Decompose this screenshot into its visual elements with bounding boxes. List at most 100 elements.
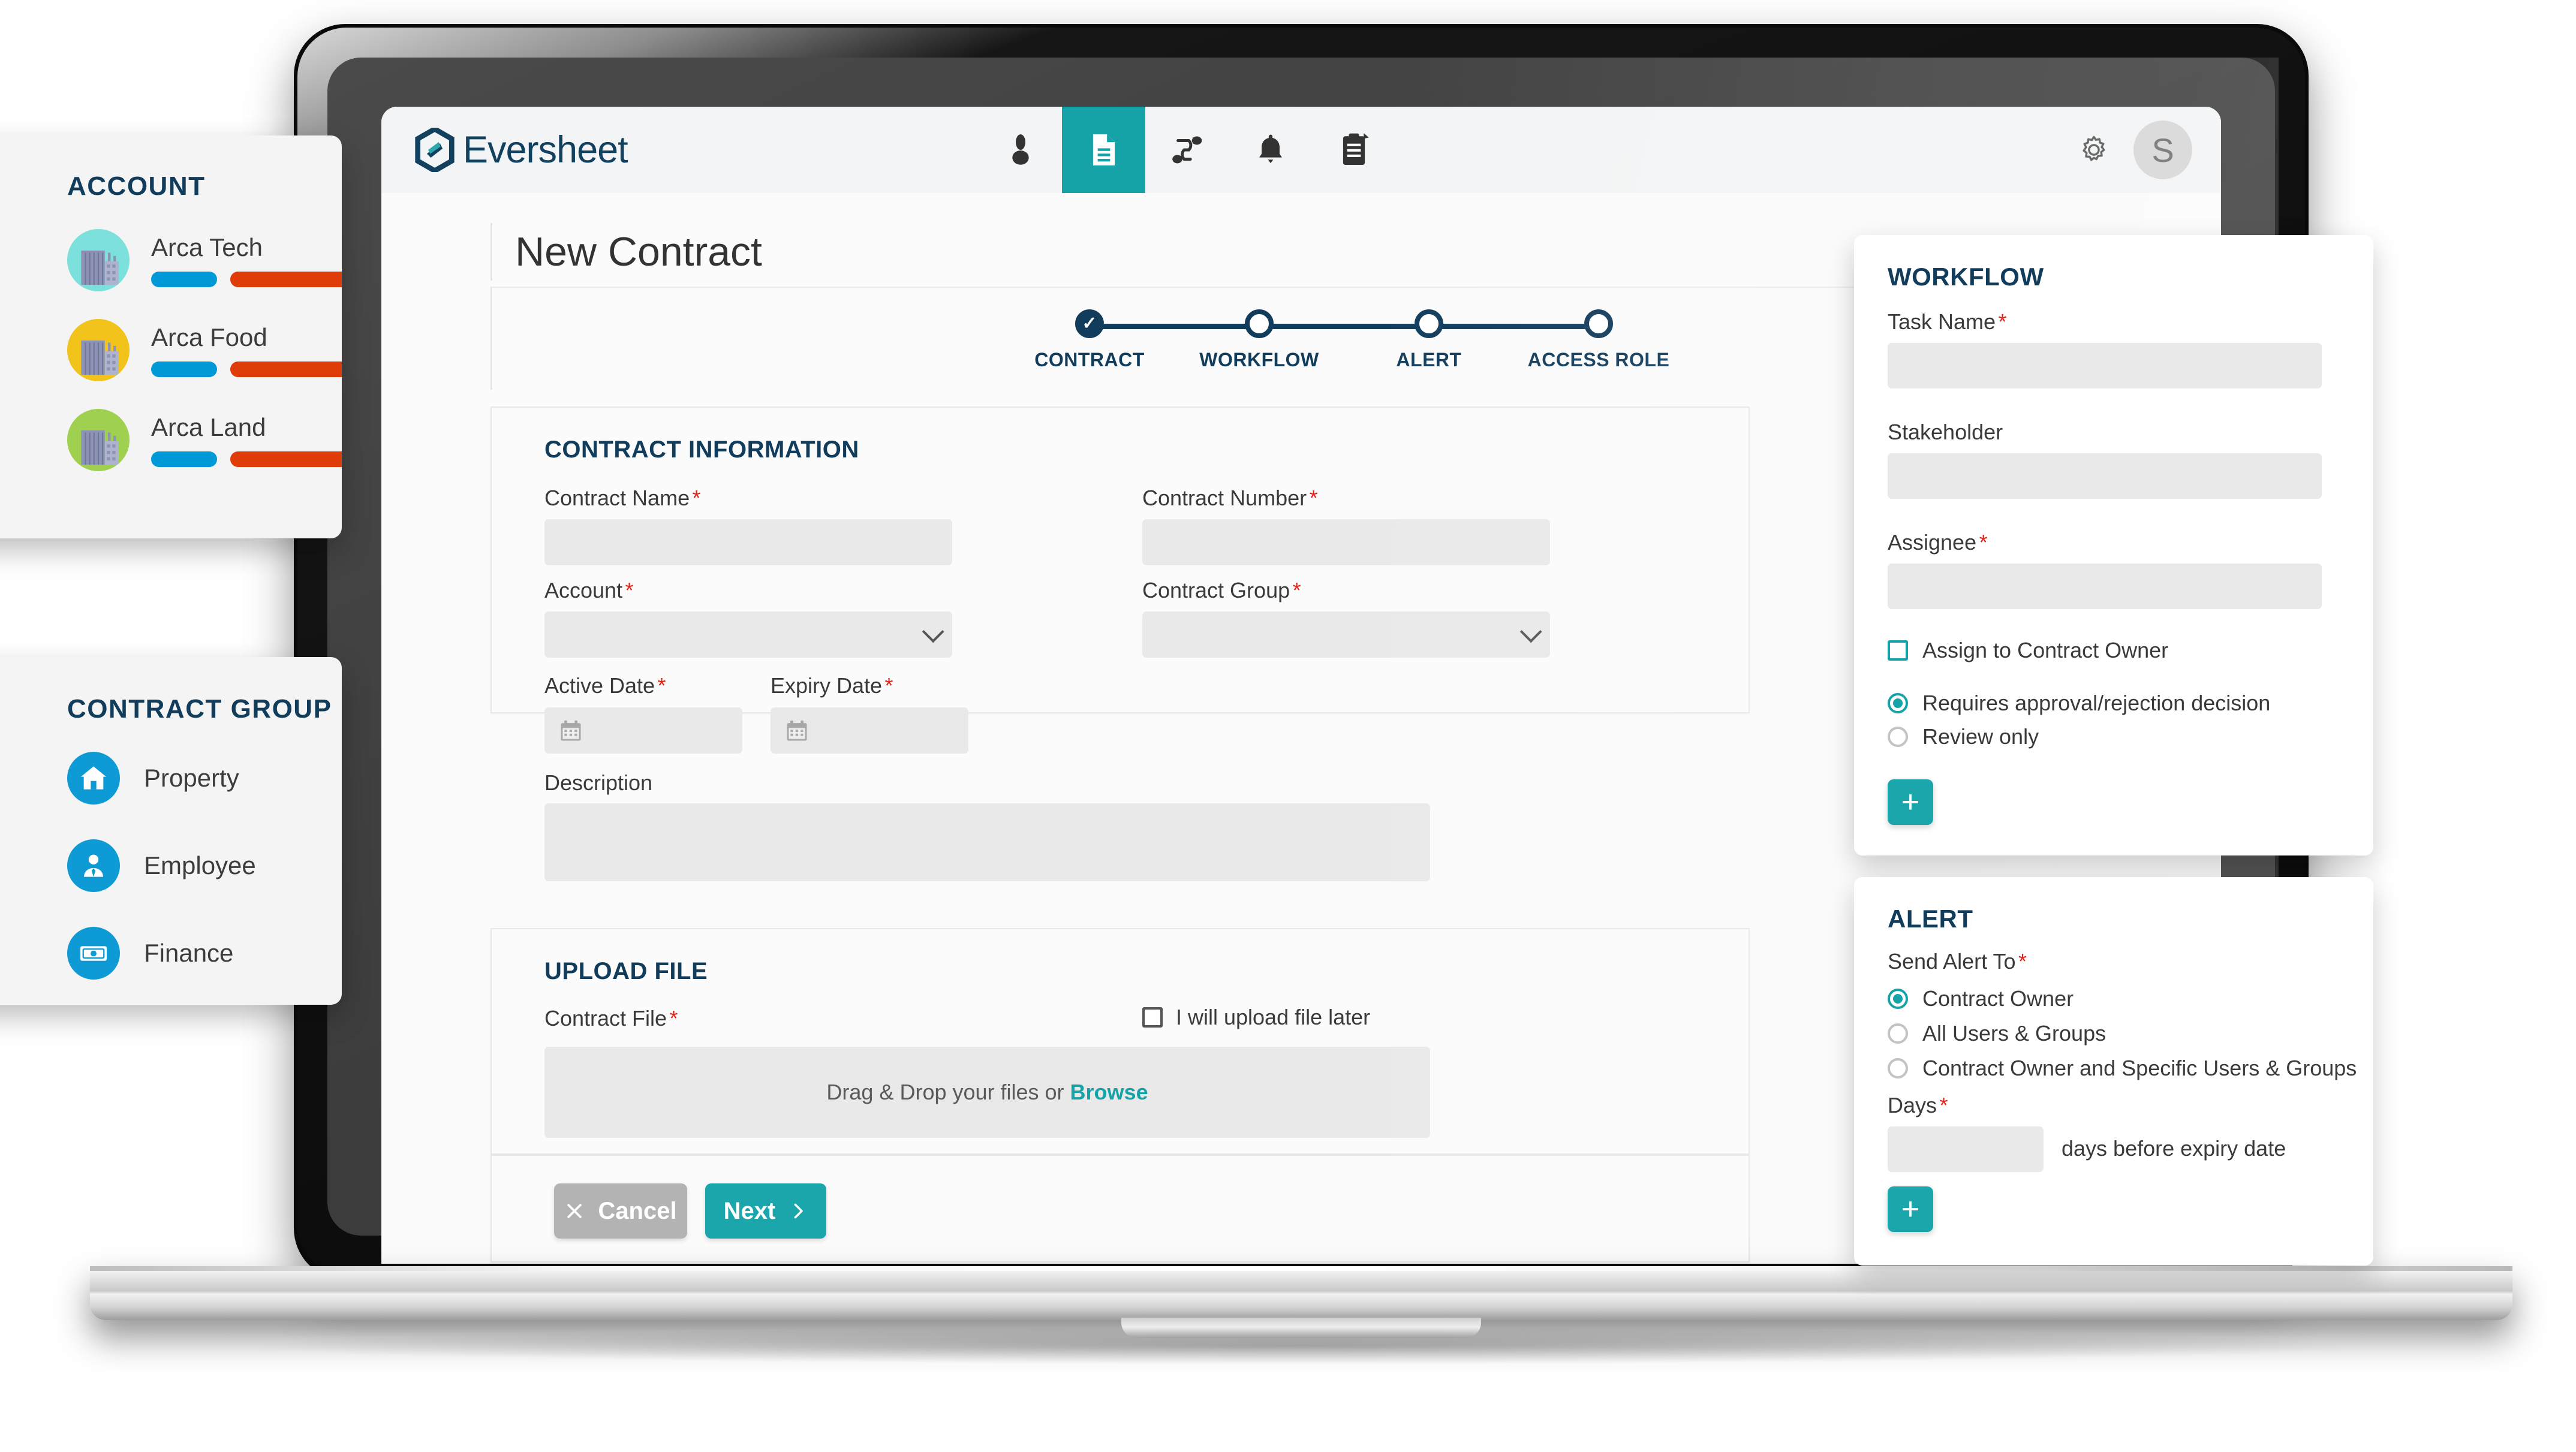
decision-review-label: Review only xyxy=(1922,724,2039,749)
building-icon xyxy=(81,340,119,375)
upload-later-row[interactable]: I will upload file later xyxy=(1142,1005,1370,1030)
step-contract[interactable]: ✓ CONTRACT xyxy=(1034,306,1144,370)
nav-item-workflow[interactable] xyxy=(1145,107,1229,193)
task-name-input[interactable] xyxy=(1888,343,2322,388)
step-contract-label: CONTRACT xyxy=(1034,349,1145,370)
days-label: Days xyxy=(1888,1093,1937,1117)
screenshot-root: Eversheet S New Contract ✓ CONTRACT WORK… xyxy=(0,0,2576,1452)
contract-file-label: Contract File xyxy=(544,1006,667,1031)
bell-icon xyxy=(1259,134,1282,164)
eversheet-logo-icon xyxy=(415,128,455,172)
assign-owner-checkbox[interactable] xyxy=(1888,640,1908,661)
expiry-date-input[interactable] xyxy=(771,707,968,754)
account-name-arca-tech: Arca Tech xyxy=(151,233,263,261)
settings-button[interactable] xyxy=(2077,133,2111,167)
nav-item-contracts[interactable] xyxy=(1062,107,1145,193)
account-avatar-arca-food xyxy=(67,319,130,381)
account-avatar-arca-land xyxy=(67,409,130,471)
alert-option-all-users[interactable]: All Users & Groups xyxy=(1888,1021,2106,1046)
workflow-add-button[interactable]: + xyxy=(1888,779,1933,825)
nav-item-users[interactable] xyxy=(979,107,1062,193)
alert-add-button[interactable]: + xyxy=(1888,1186,1933,1232)
contract-name-required: * xyxy=(692,486,701,510)
alert-all-users-radio[interactable] xyxy=(1888,1023,1908,1044)
assign-owner-label: Assign to Contract Owner xyxy=(1922,638,2169,662)
alert-all-users-label: All Users & Groups xyxy=(1922,1021,2106,1046)
active-date-input[interactable] xyxy=(544,707,742,754)
brand-logo[interactable]: Eversheet xyxy=(415,128,628,172)
contract-group-item-finance[interactable]: Finance xyxy=(67,927,233,980)
step-workflow-label: WORKFLOW xyxy=(1199,349,1319,370)
brand-name: Eversheet xyxy=(463,129,628,171)
active-date-required: * xyxy=(657,673,666,698)
decision-approval-radio[interactable] xyxy=(1888,693,1908,713)
wizard-stepper: ✓ CONTRACT WORKFLOW ALERT ACCESS ROLE xyxy=(1034,306,1669,384)
description-textarea[interactable] xyxy=(544,803,1430,881)
workflow-panel-title: WORKFLOW xyxy=(1888,263,2044,291)
contract-group-item-employee[interactable]: Employee xyxy=(67,839,256,892)
decision-review-radio[interactable] xyxy=(1888,727,1908,747)
chevron-down-icon xyxy=(1519,620,1542,643)
account-item-arca-food[interactable]: Arca Food xyxy=(67,319,342,381)
alert-panel: ALERT Send Alert To * Contract Owner All… xyxy=(1854,877,2373,1266)
contract-group-icon-finance xyxy=(67,927,120,980)
contract-number-input[interactable] xyxy=(1142,519,1550,565)
alert-owner-specific-label: Contract Owner and Specific Users & Grou… xyxy=(1922,1056,2357,1080)
contract-group-select[interactable] xyxy=(1142,611,1550,658)
contract-group-icon-employee xyxy=(67,839,120,892)
calendar-icon xyxy=(787,720,807,740)
contract-group-name-property: Property xyxy=(144,764,239,792)
step-access-role[interactable]: ACCESS ROLE xyxy=(1528,306,1669,370)
decision-option-approval[interactable]: Requires approval/rejection decision xyxy=(1888,691,2270,716)
alert-option-owner-specific[interactable]: Contract Owner and Specific Users & Grou… xyxy=(1888,1056,2357,1081)
task-name-required: * xyxy=(1998,309,2007,334)
contract-group-item-property[interactable]: Property xyxy=(67,752,239,805)
account-item-arca-tech[interactable]: Arca Tech xyxy=(67,229,342,291)
alert-contract-owner-radio[interactable] xyxy=(1888,989,1908,1009)
account-bar-secondary xyxy=(230,272,342,287)
assignee-label: Assignee xyxy=(1888,530,1977,555)
calendar-icon xyxy=(561,720,581,740)
assign-owner-row[interactable]: Assign to Contract Owner xyxy=(1888,638,2168,663)
contract-group-label: Contract Group xyxy=(1142,578,1290,603)
upload-later-checkbox[interactable] xyxy=(1142,1007,1163,1028)
user-icon xyxy=(1012,134,1029,165)
nav-item-reports[interactable] xyxy=(1312,107,1395,193)
alert-option-contract-owner[interactable]: Contract Owner xyxy=(1888,986,2074,1011)
person-tie-icon xyxy=(84,854,103,877)
home-icon xyxy=(81,766,106,790)
account-bar-primary xyxy=(151,362,217,377)
days-input[interactable] xyxy=(1888,1126,2044,1172)
cancel-button[interactable]: Cancel xyxy=(554,1183,687,1239)
browse-link[interactable]: Browse xyxy=(1070,1080,1148,1105)
workflow-panel: WORKFLOW Task Name * Stakeholder Assigne… xyxy=(1854,235,2373,855)
assignee-input[interactable] xyxy=(1888,564,2322,609)
step-alert[interactable]: ALERT xyxy=(1396,306,1461,370)
decision-option-review[interactable]: Review only xyxy=(1888,724,2039,749)
file-drop-zone[interactable]: Drag & Drop your files or Browse xyxy=(544,1047,1430,1138)
nav-item-alerts[interactable] xyxy=(1229,107,1312,193)
contract-group-name-finance: Finance xyxy=(144,939,234,967)
alert-contract-owner-label: Contract Owner xyxy=(1922,986,2074,1011)
account-required: * xyxy=(625,578,634,603)
stakeholder-input[interactable] xyxy=(1888,453,2322,499)
contract-group-name-employee: Employee xyxy=(144,851,256,879)
user-avatar[interactable]: S xyxy=(2133,121,2192,179)
contract-file-required: * xyxy=(669,1006,678,1031)
send-alert-to-required: * xyxy=(2018,949,2027,974)
account-card-title: ACCOUNT xyxy=(67,171,206,201)
page-title: New Contract xyxy=(515,229,762,275)
account-item-arca-land[interactable]: Arca Land xyxy=(67,409,342,471)
contract-name-input[interactable] xyxy=(544,519,952,565)
step-workflow[interactable]: WORKFLOW xyxy=(1199,306,1319,370)
account-select[interactable] xyxy=(544,611,952,658)
account-name-arca-food: Arca Food xyxy=(151,323,267,351)
alert-owner-specific-radio[interactable] xyxy=(1888,1058,1908,1079)
expiry-date-label: Expiry Date xyxy=(771,673,883,698)
step-alert-dot xyxy=(1415,309,1443,338)
account-bar-secondary xyxy=(230,451,342,467)
main-nav xyxy=(979,107,1395,193)
contract-group-required: * xyxy=(1292,578,1301,603)
send-alert-to-label: Send Alert To xyxy=(1888,949,2016,974)
next-button[interactable]: Next xyxy=(705,1183,826,1239)
